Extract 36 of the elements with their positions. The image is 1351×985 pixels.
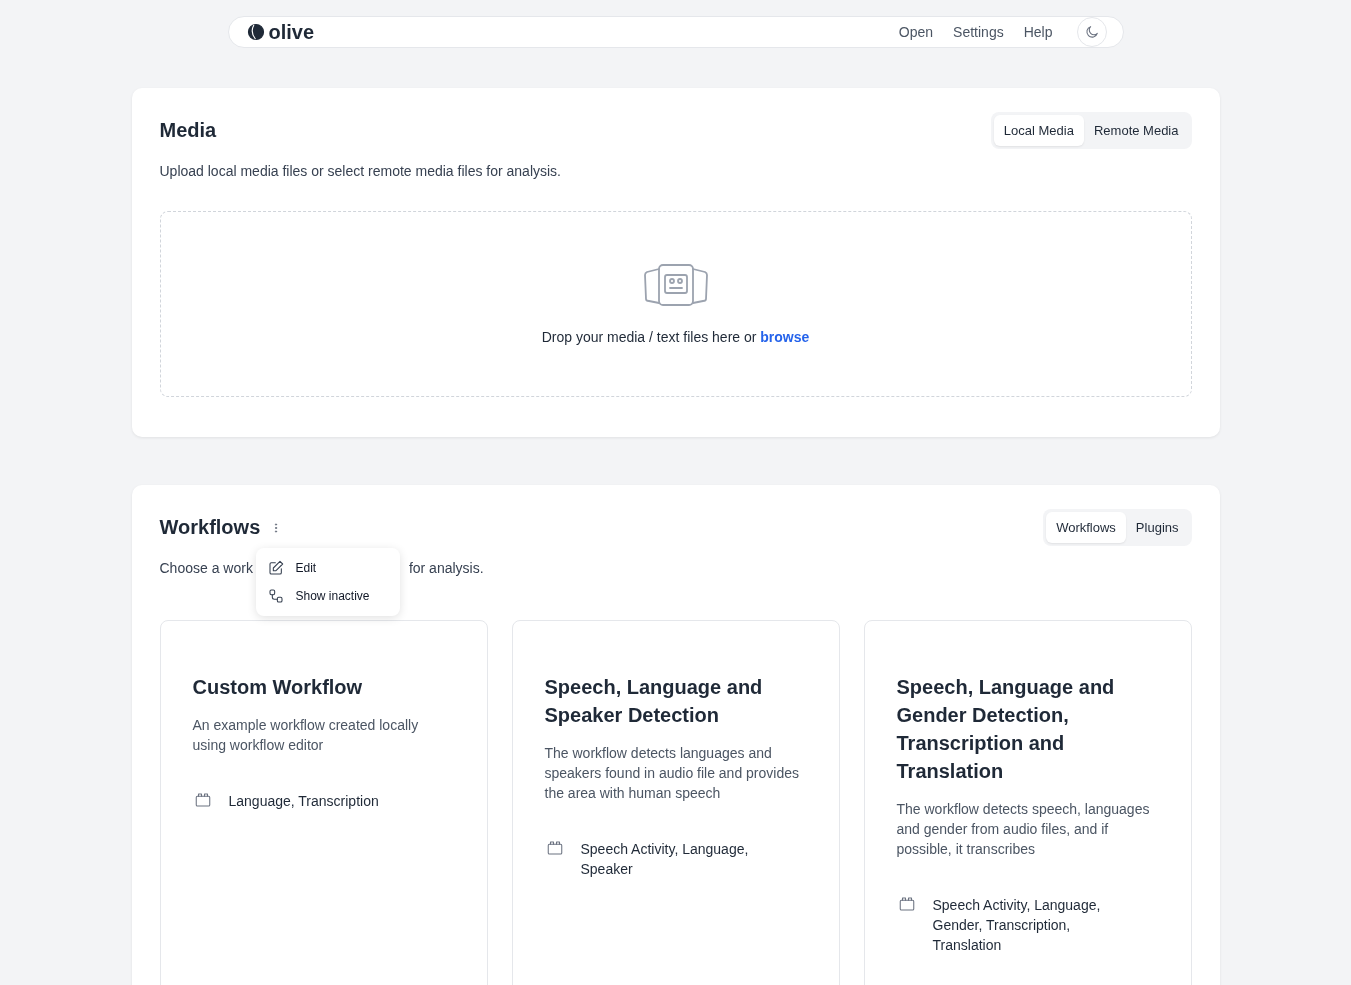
workflow-title: Speech, Language and Gender Detection, Transcription and Translation <box>896 675 1116 784</box>
section-description: Choose a work <box>159 560 253 576</box>
nav-link[interactable]: Settings <box>953 24 1004 40</box>
browse-link[interactable]: browse <box>760 329 810 345</box>
workflow-tags: Speech Activity, Language, Gender, Transcription, Translation <box>932 895 1133 955</box>
logo-icon <box>246 23 265 41</box>
section-title: Workflows <box>159 516 261 539</box>
menu-item[interactable]: Edit <box>255 554 400 582</box>
section-title: Media <box>159 119 217 142</box>
theme-toggle-button[interactable] <box>1076 17 1107 47</box>
media-cards-icon <box>642 263 709 307</box>
tab[interactable]: Local Media <box>993 115 1084 146</box>
section-description: Upload local media files or select remote media files for analysis. <box>159 163 562 179</box>
workflow-card[interactable]: Custom Workflow An example workflow created locally using workflow editor Language, Transcription <box>159 620 488 985</box>
tab[interactable]: Workflows <box>1046 512 1126 543</box>
workflow-description: The workflow detects languages and speakers found in audio file and provides the area with human speech <box>544 744 800 803</box>
workflow-title: Speech, Language and Speaker Detection <box>544 675 764 728</box>
edit-icon <box>267 560 284 576</box>
moon-icon <box>1083 24 1100 40</box>
nav-link[interactable]: Help <box>1023 24 1053 40</box>
dropzone-text: Drop your media / text files here or browse <box>541 329 810 345</box>
tab[interactable]: Remote Media <box>1083 115 1189 146</box>
brand-name: olive <box>268 20 315 44</box>
workflow-description: The workflow detects speech, languages and gender from audio files, and if possible, it transcribes <box>896 800 1151 859</box>
section-description: for analysis. <box>408 560 484 576</box>
workflow-title: Custom Workflow <box>192 675 364 700</box>
nav-link[interactable]: Open <box>898 24 934 40</box>
dropzone[interactable]: Drop your media / text files here or browse <box>159 211 1192 397</box>
workflow-card[interactable] <box>863 620 1192 985</box>
menu-item[interactable]: Show inactive <box>255 582 400 610</box>
workflow-description: An example workflow created locally using workflow editor <box>192 716 420 755</box>
shapes-icon <box>267 588 284 604</box>
workflow-tags: Language, Transcription <box>228 791 379 811</box>
tab[interactable]: Plugins <box>1125 512 1189 543</box>
workflow-card[interactable]: Speech, Language and Speaker Detection The workflow detects languages and speakers found in audio file and provides the area with human speech Speech Activity, Language, Speaker <box>511 620 840 985</box>
workflow-tags: Speech Activity, Language, Speaker <box>580 839 781 879</box>
